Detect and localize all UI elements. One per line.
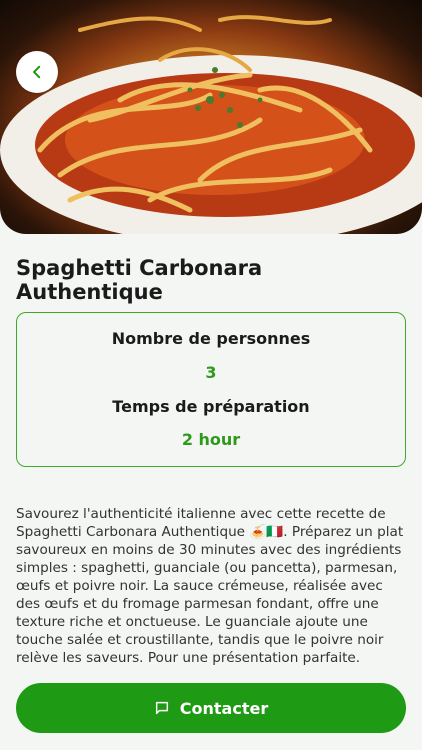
recipe-description: Savourez l'authenticité italienne avec c… xyxy=(16,506,404,665)
prep-time-label: Temps de préparation xyxy=(112,397,310,416)
contact-button[interactable]: Contacter xyxy=(16,683,406,733)
pasta-photo-illustration xyxy=(0,15,422,234)
back-button[interactable] xyxy=(16,51,58,93)
recipe-title: Spaghetti Carbonara Authentique xyxy=(16,256,263,304)
recipe-info-card: Nombre de personnes 3 Temps de préparati… xyxy=(16,312,406,467)
contact-button-label: Contacter xyxy=(179,698,269,718)
message-square-icon xyxy=(155,701,168,715)
chevron-left-icon xyxy=(33,65,41,79)
servings-label: Nombre de personnes xyxy=(111,329,311,348)
prep-time-value: 2 hour xyxy=(181,430,241,449)
recipe-hero-image xyxy=(0,0,422,234)
servings-value: 3 xyxy=(205,363,217,382)
